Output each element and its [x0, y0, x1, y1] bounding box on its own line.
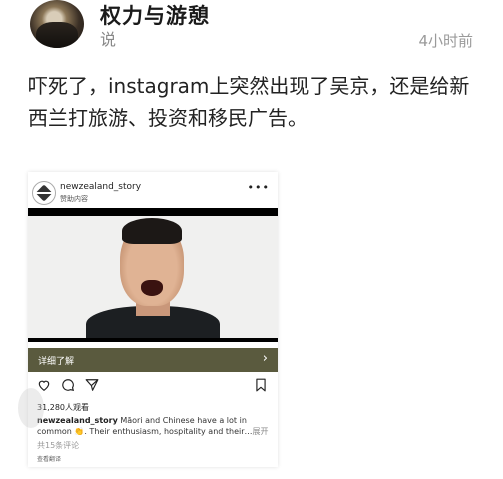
- ig-username: newzealand_story: [60, 182, 142, 192]
- avatar[interactable]: [30, 0, 84, 48]
- chevron-right-icon: ›: [262, 351, 268, 366]
- learn-more-bar: 详细了解 ›: [28, 348, 278, 372]
- ig-view-count: 31,280人观看: [37, 403, 89, 412]
- author-subtitle: 说: [100, 30, 117, 49]
- ig-translate-link: 查看翻译: [37, 456, 62, 463]
- ig-photo: [28, 208, 278, 342]
- post-header: 权力与游憩 说 4小时前: [0, 0, 503, 56]
- comment-icon: [61, 378, 75, 396]
- share-icon: [85, 378, 99, 396]
- ig-comments-count: 共15条评论: [37, 441, 80, 450]
- floating-bubble[interactable]: [18, 388, 44, 428]
- ig-caption: newzealand_story Māori and Chinese have …: [37, 415, 271, 437]
- bookmark-icon: [254, 378, 268, 396]
- caption-username: newzealand_story: [37, 416, 118, 425]
- learn-more-label: 详细了解: [38, 357, 75, 367]
- caption-expand: 展开: [252, 427, 269, 436]
- ig-action-row: [28, 378, 278, 398]
- author-name[interactable]: 权力与游憩: [100, 0, 210, 30]
- post-timestamp: 4小时前: [418, 32, 473, 50]
- more-options-icon: •••: [247, 181, 270, 194]
- embedded-screenshot[interactable]: newzealand_story 赞助内容 ••• 详细了解 › 31,280人…: [28, 172, 278, 467]
- ig-sponsored-label: 赞助内容: [60, 195, 88, 203]
- post-text: 吓死了，instagram上突然出现了吴京，还是给新西兰打旅游、投资和移民广告。: [28, 74, 470, 130]
- brand-logo-icon: [32, 181, 56, 205]
